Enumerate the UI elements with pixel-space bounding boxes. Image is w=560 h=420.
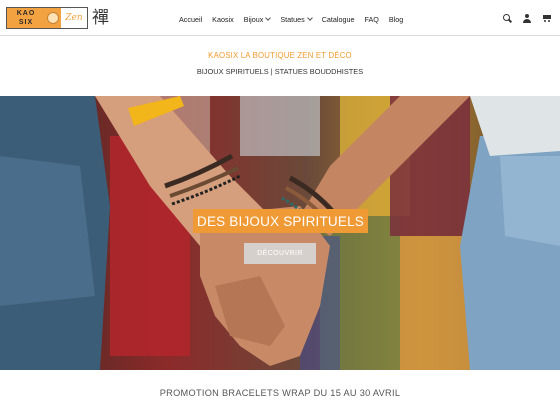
hero-title: DES BIJOUX SPIRITUELS xyxy=(193,209,368,233)
search-button[interactable] xyxy=(500,12,514,24)
nav-item-bijoux[interactable]: Bijoux xyxy=(243,14,272,24)
header-icons xyxy=(494,12,554,24)
nav-item-faq[interactable]: FAQ xyxy=(364,15,378,24)
nav-label: Kaosix xyxy=(212,14,234,24)
nav-label: FAQ xyxy=(364,14,379,24)
nav-label: Blog xyxy=(388,14,404,24)
cart-icon xyxy=(542,14,552,23)
logo-line-1: KAO xyxy=(16,10,36,17)
nav-item-blog[interactable]: Blog xyxy=(389,15,403,24)
chevron-down-icon xyxy=(306,14,313,21)
nav-item-accueil[interactable]: Accueil xyxy=(179,15,202,24)
site-logo[interactable]: KAO SIX Zen xyxy=(6,7,88,29)
chevron-down-icon xyxy=(265,14,272,21)
main-nav: Accueil Kaosix Bijoux Statues Catalogue … xyxy=(179,13,413,25)
nav-item-statues[interactable]: Statues xyxy=(280,14,313,24)
tagline-title: KAOSIX LA BOUTIQUE ZEN ET DÉCO xyxy=(208,51,352,60)
user-icon xyxy=(523,13,532,23)
logo-kanji: 禪 xyxy=(92,8,109,28)
hero-banner: DES BIJOUX SPIRITUELS DÉCOUVRIR xyxy=(0,96,560,370)
nav-label: Statues xyxy=(280,14,305,24)
tagline-subtitle: BIJOUX SPIRITUELS | STATUES BOUDDHISTES xyxy=(196,67,364,76)
logo-wordmark: KAO SIX xyxy=(7,8,45,28)
hero-photo xyxy=(0,96,560,370)
nav-label: Bijoux xyxy=(243,14,264,24)
logo-face-icon xyxy=(45,8,61,28)
discover-button[interactable]: DÉCOUVRIR xyxy=(244,243,316,264)
account-button[interactable] xyxy=(520,12,534,24)
nav-label: Accueil xyxy=(179,14,203,24)
site-header: KAO SIX Zen 禪 Accueil Kaosix Bijoux Stat… xyxy=(0,0,560,36)
promo-heading: PROMOTION BRACELETS WRAP DU 15 AU 30 AVR… xyxy=(159,388,401,398)
cart-button[interactable] xyxy=(540,12,554,24)
nav-item-catalogue[interactable]: Catalogue xyxy=(322,15,355,24)
search-icon xyxy=(502,13,512,23)
nav-label: Catalogue xyxy=(321,14,355,24)
logo-line-2: SIX xyxy=(18,19,34,26)
nav-item-kaosix[interactable]: Kaosix xyxy=(212,15,234,24)
logo-zen-text: Zen xyxy=(65,13,83,23)
